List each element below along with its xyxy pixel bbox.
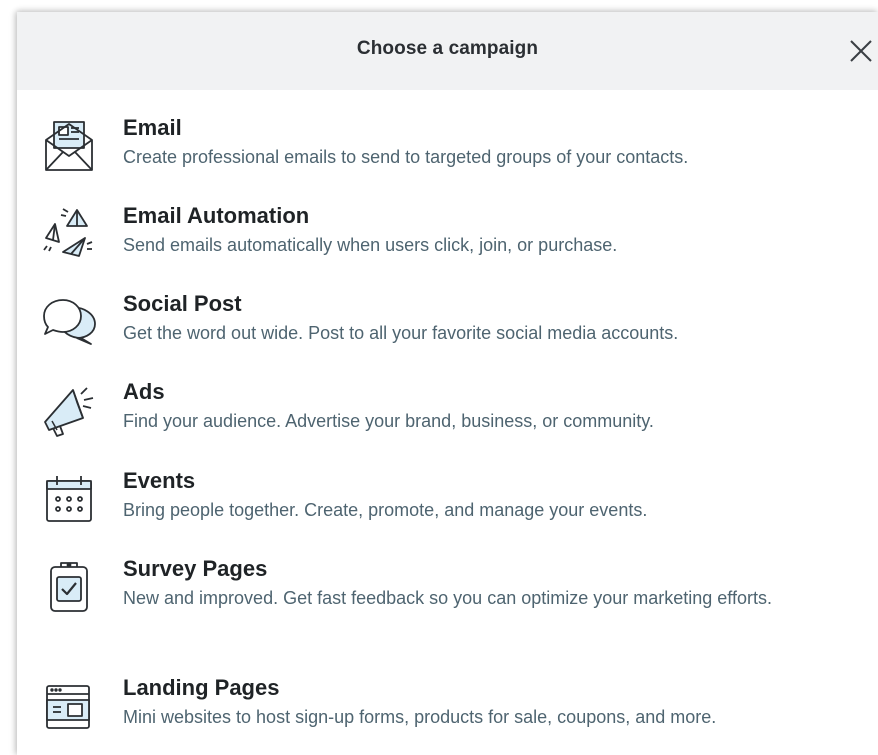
campaign-option-text: Survey Pages New and improved. Get fast … <box>123 555 858 613</box>
campaign-option-text: Ads Find your audience. Advertise your b… <box>123 378 858 436</box>
campaign-option-survey-pages[interactable]: Survey Pages New and improved. Get fast … <box>17 553 878 663</box>
campaign-option-landing-pages[interactable]: Landing Pages Mini websites to host sign… <box>17 672 878 752</box>
campaign-option-text: Events Bring people together. Create, pr… <box>123 467 858 525</box>
campaign-option-title: Social Post <box>123 291 242 316</box>
campaign-option-title: Events <box>123 468 196 493</box>
campaign-option-title: Ads <box>123 379 165 404</box>
campaign-option-description: Send emails automatically when users cli… <box>123 235 618 255</box>
campaign-option-text: Landing Pages Mini websites to host sign… <box>123 674 858 732</box>
campaign-option-title: Survey Pages <box>123 556 268 581</box>
campaign-option-description: Get the word out wide. Post to all your … <box>123 323 679 343</box>
modal-header: Choose a campaign <box>17 12 878 90</box>
calendar-icon <box>41 471 97 527</box>
megaphone-icon <box>41 384 97 440</box>
campaign-option-text: Email Create professional emails to send… <box>123 114 858 172</box>
campaign-option-description: Bring people together. Create, promote, … <box>123 500 648 520</box>
campaign-option-events[interactable]: Events Bring people together. Create, pr… <box>17 465 878 545</box>
campaign-option-title: Email Automation <box>123 203 310 228</box>
paper-planes-icon <box>41 206 97 262</box>
campaign-option-email[interactable]: Email Create professional emails to send… <box>17 112 878 192</box>
envelope-newsletter-icon <box>41 118 97 174</box>
campaign-option-description: New and improved. Get fast feedback so y… <box>123 588 772 608</box>
campaign-option-social-post[interactable]: Social Post Get the word out wide. Post … <box>17 288 878 368</box>
browser-window-icon <box>41 682 97 738</box>
page: Choose a campaign Email Create professio… <box>0 0 878 755</box>
speech-bubbles-icon <box>41 294 97 350</box>
campaign-option-text: Email Automation Send emails automatical… <box>123 202 858 260</box>
campaign-option-email-automation[interactable]: Email Automation Send emails automatical… <box>17 200 878 280</box>
campaign-modal: Choose a campaign Email Create professio… <box>17 12 878 755</box>
close-x-icon <box>850 40 872 62</box>
campaign-option-text: Social Post Get the word out wide. Post … <box>123 290 858 348</box>
campaign-option-title: Landing Pages <box>123 675 280 700</box>
clipboard-check-icon <box>41 559 97 615</box>
close-button[interactable] <box>848 38 874 64</box>
campaign-option-description: Find your audience. Advertise your brand… <box>123 411 654 431</box>
modal-title: Choose a campaign <box>356 38 539 59</box>
campaign-option-title: Email <box>123 115 182 140</box>
campaign-option-ads[interactable]: Ads Find your audience. Advertise your b… <box>17 376 878 456</box>
campaign-option-description: Mini websites to host sign-up forms, pro… <box>123 707 717 727</box>
campaign-option-description: Create professional emails to send to ta… <box>123 147 689 167</box>
